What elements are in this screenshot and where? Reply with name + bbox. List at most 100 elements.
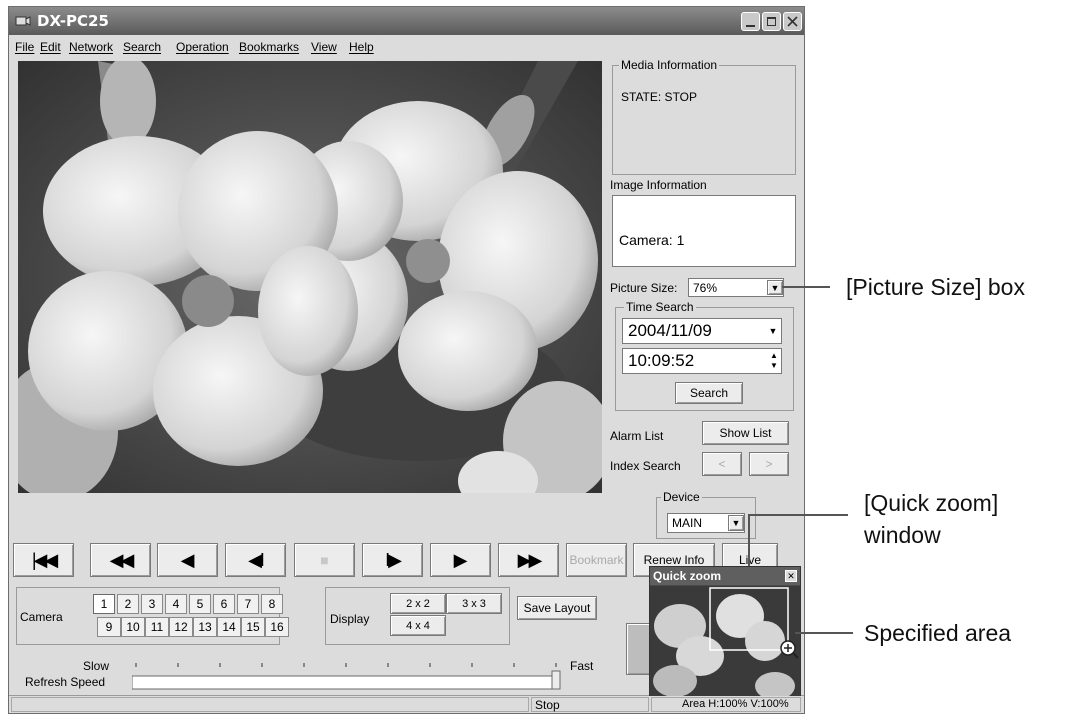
camera-number-button[interactable]: 9 — [97, 617, 121, 637]
device-dropdown-button[interactable]: ▼ — [728, 515, 744, 531]
rewind-icon: ◀◀ — [109, 549, 135, 570]
date-dropdown-button[interactable]: ▼ — [765, 322, 781, 340]
camera-number-button[interactable]: 10 — [121, 617, 145, 637]
bookmark-button[interactable]: Bookmark — [566, 543, 627, 577]
camera-panel: Camera 1 2 3 4 5 6 7 8 9 10 11 12 13 14 15 16 — [16, 587, 289, 645]
date-field[interactable]: 2004/11/09 ▼ — [622, 318, 782, 344]
quick-zoom-close-button[interactable]: ✕ — [785, 570, 797, 582]
camera-number-button[interactable]: 12 — [169, 617, 193, 637]
menu-search[interactable]: Search — [123, 40, 161, 54]
callout-quick-zoom-1: [Quick zoom] — [864, 490, 999, 516]
camera-number-button[interactable]: 15 — [241, 617, 265, 637]
callout-line-quick-zoom-v — [748, 514, 750, 566]
stop-icon: ■ — [320, 552, 329, 568]
time-field[interactable]: 10:09:52 ▲ ▼ — [622, 348, 782, 374]
picture-size-value: 76% — [693, 281, 718, 295]
menu-network[interactable]: Network — [69, 40, 113, 54]
menu-help[interactable]: Help — [349, 40, 374, 54]
status-segment-3: Area H:100% V:100% — [651, 697, 801, 712]
chevron-down-icon: ▼ — [768, 326, 778, 336]
close-icon — [787, 16, 798, 27]
fast-forward-icon: ▶▶ — [517, 549, 543, 570]
menu-bar: File Edit Network Search Operation Bookm… — [9, 36, 804, 58]
callout-quick-zoom-2: window — [864, 522, 941, 548]
time-spinner[interactable]: ▲ ▼ — [767, 351, 781, 371]
menu-bookmarks[interactable]: Bookmarks — [239, 40, 299, 54]
camera-number-button[interactable]: 1 — [93, 594, 115, 614]
camera-number-button[interactable]: 7 — [237, 594, 259, 614]
callout-line-quick-zoom-h — [748, 514, 848, 516]
maximize-button[interactable] — [762, 12, 781, 31]
slider-ticks — [132, 663, 561, 690]
camera-number-button[interactable]: 13 — [193, 617, 217, 637]
minimize-icon — [746, 25, 755, 27]
index-search-label: Index Search — [610, 459, 681, 473]
play-button[interactable]: ▶ — [430, 543, 491, 577]
camera-number-button[interactable]: 16 — [265, 617, 289, 637]
picture-size-select[interactable]: 76% ▼ — [688, 278, 784, 297]
frame-forward-button[interactable]: I▶ — [362, 543, 423, 577]
status-segment-1 — [11, 697, 529, 712]
menu-operation[interactable]: Operation — [176, 40, 229, 54]
show-list-button[interactable]: Show List — [702, 421, 789, 445]
frame-forward-icon: I▶ — [385, 549, 402, 570]
refresh-speed-slider[interactable] — [132, 659, 562, 691]
camera-number-button[interactable]: 3 — [141, 594, 163, 614]
quick-zoom-window[interactable]: Quick zoom ✕ — [649, 566, 801, 696]
spin-up-icon[interactable]: ▲ — [767, 351, 781, 361]
callout-line-specified-area — [795, 632, 853, 634]
camera-image — [18, 61, 602, 493]
display-4x4-button[interactable]: 4 x 4 — [390, 615, 446, 636]
camera-number-button[interactable]: 8 — [261, 594, 283, 614]
menu-file[interactable]: File — [15, 40, 34, 54]
display-3x3-button[interactable]: 3 x 3 — [446, 593, 502, 614]
picture-size-dropdown-button[interactable]: ▼ — [767, 280, 783, 295]
menu-edit[interactable]: Edit — [40, 40, 61, 54]
status-area: Area H:100% V:100% — [682, 698, 789, 710]
go-to-first-button[interactable]: |◀◀ — [13, 543, 74, 577]
skip-start-icon: |◀◀ — [31, 549, 58, 570]
quick-zoom-preview[interactable] — [650, 586, 800, 696]
camera-number-button[interactable]: 14 — [217, 617, 241, 637]
media-information-legend: Media Information — [619, 58, 720, 72]
fast-forward-button[interactable]: ▶▶ — [498, 543, 559, 577]
status-segment-2: Stop — [531, 697, 649, 712]
status-bar: Stop Area H:100% V:100% — [9, 695, 804, 714]
quick-zoom-titlebar[interactable]: Quick zoom ✕ — [650, 567, 800, 585]
quick-zoom-title: Quick zoom — [653, 569, 722, 583]
refresh-speed-label: Refresh Speed — [25, 675, 106, 689]
play-icon: ▶ — [453, 549, 468, 570]
reverse-play-button[interactable]: ◀ — [157, 543, 218, 577]
image-information-box: Camera: 1 — [612, 195, 796, 267]
display-label: Display — [330, 612, 370, 626]
minimize-button[interactable] — [741, 12, 760, 31]
index-next-button[interactable]: > — [749, 452, 789, 476]
camera-number-button[interactable]: 5 — [189, 594, 211, 614]
frame-back-button[interactable]: ◀I — [225, 543, 286, 577]
menu-view[interactable]: View — [311, 40, 337, 54]
maximize-icon — [767, 17, 776, 26]
device-select[interactable]: MAIN ▼ — [667, 513, 745, 533]
video-display[interactable] — [18, 61, 602, 493]
display-panel: Display 2 x 2 3 x 3 4 x 4 — [325, 587, 510, 645]
media-information-group: Media Information STATE: STOP — [612, 58, 796, 175]
camera-number-button[interactable]: 4 — [165, 594, 187, 614]
search-button[interactable]: Search — [675, 382, 743, 404]
camera-number-button[interactable]: 11 — [145, 617, 169, 637]
save-layout-button[interactable]: Save Layout — [517, 596, 597, 620]
media-state: STATE: STOP — [621, 90, 698, 104]
close-button[interactable] — [783, 12, 802, 31]
display-2x2-button[interactable]: 2 x 2 — [390, 593, 446, 614]
camera-number-button[interactable]: 2 — [117, 594, 139, 614]
rewind-button[interactable]: ◀◀ — [90, 543, 151, 577]
chevron-down-icon: ▼ — [770, 282, 780, 293]
camera-number-button[interactable]: 6 — [213, 594, 235, 614]
time-search-legend: Time Search — [624, 300, 696, 314]
spin-down-icon[interactable]: ▼ — [767, 361, 781, 371]
title-bar[interactable]: DX-PC25 — [9, 7, 804, 35]
alarm-list-label: Alarm List — [610, 429, 664, 443]
reverse-play-icon: ◀ — [180, 549, 195, 570]
index-prev-button[interactable]: < — [702, 452, 742, 476]
stop-button[interactable]: ■ — [294, 543, 355, 577]
device-group: Device MAIN ▼ — [656, 490, 756, 539]
